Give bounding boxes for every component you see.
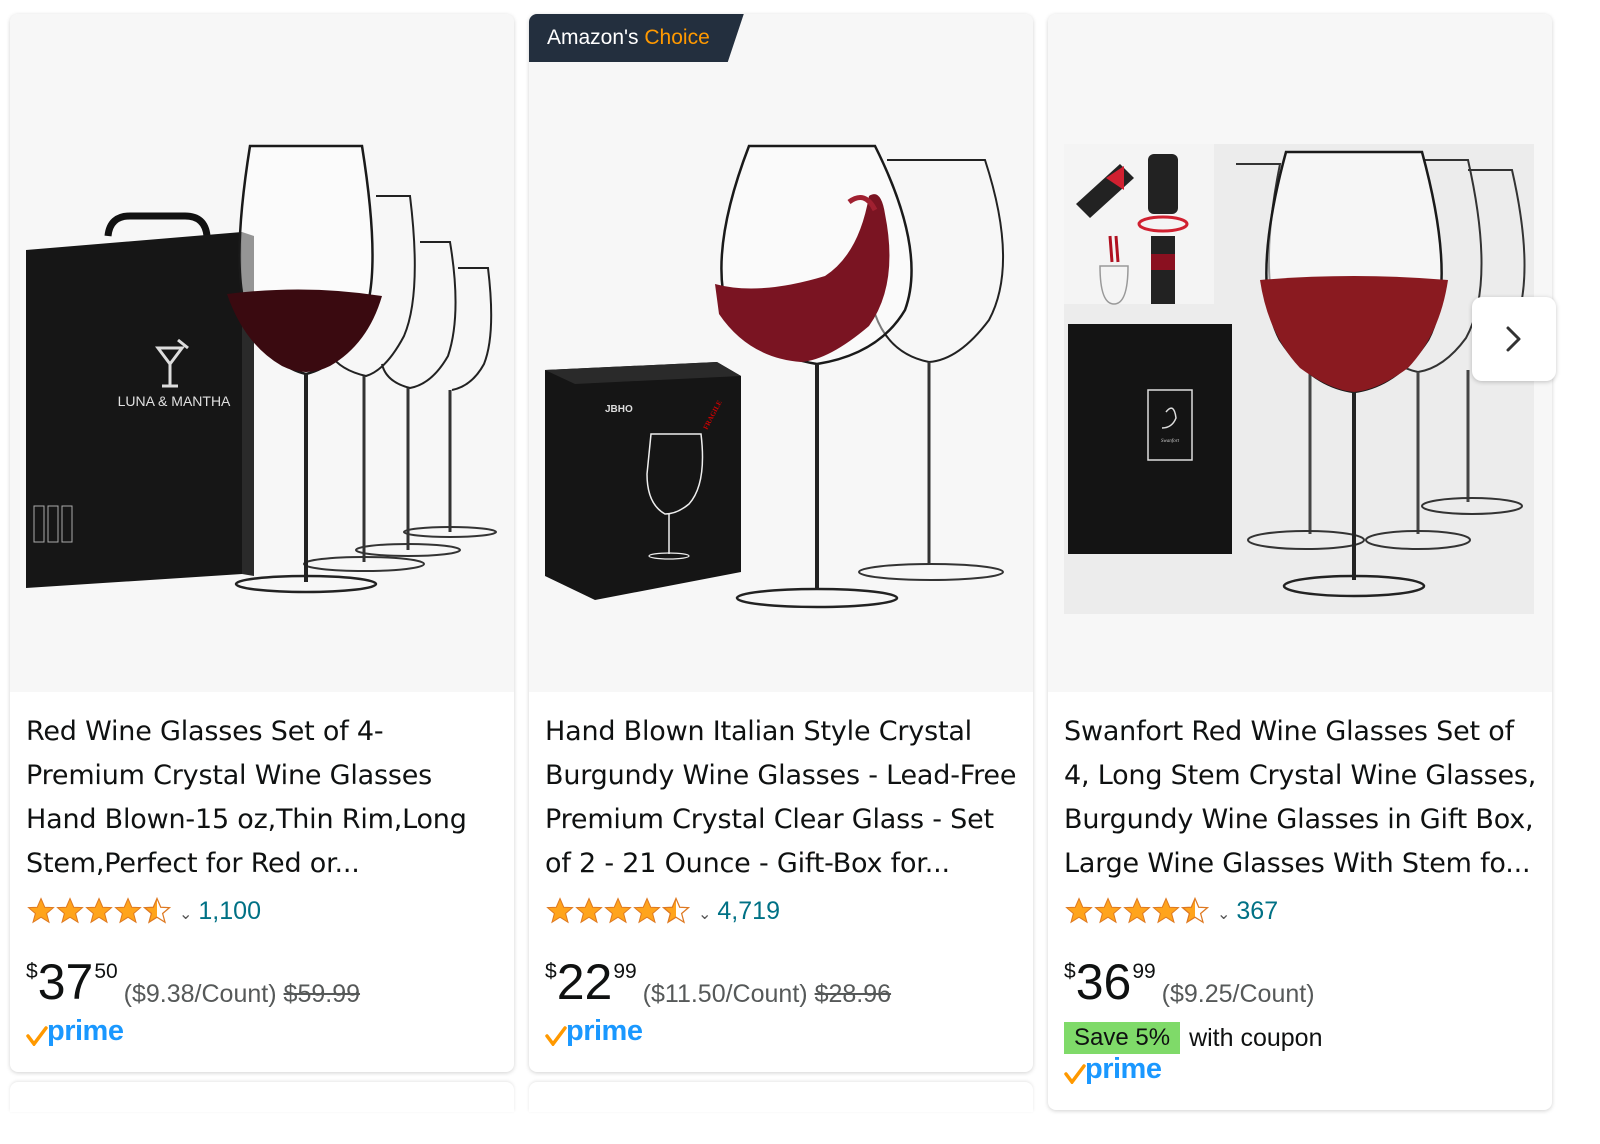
product-title[interactable]: Hand Blown Italian Style Crystal Burgund… [545,710,1019,886]
price-fraction: 50 [94,960,118,983]
prime-label: prime [1085,1053,1162,1085]
prime-badge: prime [1064,1053,1162,1085]
price-fraction: 99 [1132,960,1156,983]
star-full-icon [56,897,84,924]
price-symbol: $ [1064,960,1076,983]
star-full-icon [114,897,142,924]
price[interactable]: $ 22 99 ($11.50/Count) $28.96 [545,954,891,1010]
chevron-down-icon[interactable]: ⌄ [1217,904,1230,923]
box-brand-label: Swanfort [1161,439,1180,444]
price[interactable]: $ 36 99 ($9.25/Count) [1064,954,1315,1010]
star-full-icon [1152,897,1180,924]
box-brand-label: JBHO [605,404,633,415]
product-card[interactable]: JBHO FRAGILE Amazon's Choice Hand Blown … [529,14,1033,1072]
badge-label: Amazon's [547,26,639,49]
star-full-icon [1123,897,1151,924]
coupon[interactable]: Save 5% with coupon [1064,1022,1323,1054]
price-fraction: 99 [613,960,637,983]
star-half-icon [142,896,172,924]
star-full-icon [27,897,55,924]
star-full-icon [85,897,113,924]
chevron-down-icon[interactable]: ⌄ [698,904,711,923]
chevron-down-icon[interactable]: ⌄ [179,904,192,923]
review-count-link[interactable]: 367 [1236,897,1278,926]
next-row-card [529,1082,1033,1112]
box-brand-label: LUNA & MANTHA [118,393,231,409]
star-full-icon [604,897,632,924]
product-rating[interactable]: ⌄ 367 [1064,894,1278,928]
coupon-text: with coupon [1189,1023,1323,1052]
wine-glasses-image: LUNA & MANTHA [26,144,497,594]
star-rating [1064,896,1210,926]
badge-highlight: Choice [644,26,710,49]
star-full-icon [633,897,661,924]
product-card[interactable]: LUNA & MANTHA Red Wine Glasses Set of 4-… [10,14,514,1072]
prime-badge: prime [545,1015,643,1047]
star-rating [26,896,172,926]
product-title[interactable]: Swanfort Red Wine Glasses Set of 4, Long… [1064,710,1538,886]
list-price: $59.99 [283,980,361,1008]
wine-glasses-image: JBHO FRAGILE [545,144,1005,609]
prime-check-icon [1064,1064,1086,1084]
star-full-icon [546,897,574,924]
prime-check-icon [26,1026,48,1046]
product-image[interactable]: LUNA & MANTHA [10,14,514,692]
price-whole: 37 [37,954,94,1010]
list-price: $28.96 [814,980,892,1008]
star-rating [545,896,691,926]
product-title[interactable]: Red Wine Glasses Set of 4-Premium Crysta… [26,710,500,886]
amazons-choice-badge: Amazon's Choice [529,14,744,62]
product-rating[interactable]: ⌄ 4,719 [545,894,780,928]
prime-label: prime [47,1015,124,1047]
star-half-icon [661,896,691,924]
prime-check-icon [545,1026,567,1046]
review-count-link[interactable]: 1,100 [198,897,261,926]
star-full-icon [575,897,603,924]
review-count-link[interactable]: 4,719 [717,897,780,926]
prime-label: prime [566,1015,643,1047]
unit-price: ($9.25/Count) [1161,980,1315,1008]
star-half-icon [1180,896,1210,924]
price-whole: 36 [1075,954,1132,1010]
next-row-card [10,1082,514,1112]
chevron-right-icon [1506,326,1521,352]
price[interactable]: $ 37 50 ($9.38/Count) $59.99 [26,954,360,1010]
product-image[interactable]: JBHO FRAGILE Amazon's Choice [529,14,1033,692]
star-full-icon [1065,897,1093,924]
price-symbol: $ [545,960,557,983]
carousel-next-button[interactable] [1472,297,1556,381]
coupon-badge: Save 5% [1064,1022,1181,1054]
unit-price: ($9.38/Count) [123,980,277,1008]
price-symbol: $ [26,960,38,983]
product-card[interactable]: Swanfort Swanfort Red Wine Glasses Set o… [1048,14,1552,1110]
price-whole: 22 [556,954,613,1010]
prime-badge: prime [26,1015,124,1047]
star-full-icon [1094,897,1122,924]
unit-price: ($11.50/Count) [642,980,808,1008]
product-rating[interactable]: ⌄ 1,100 [26,894,261,928]
